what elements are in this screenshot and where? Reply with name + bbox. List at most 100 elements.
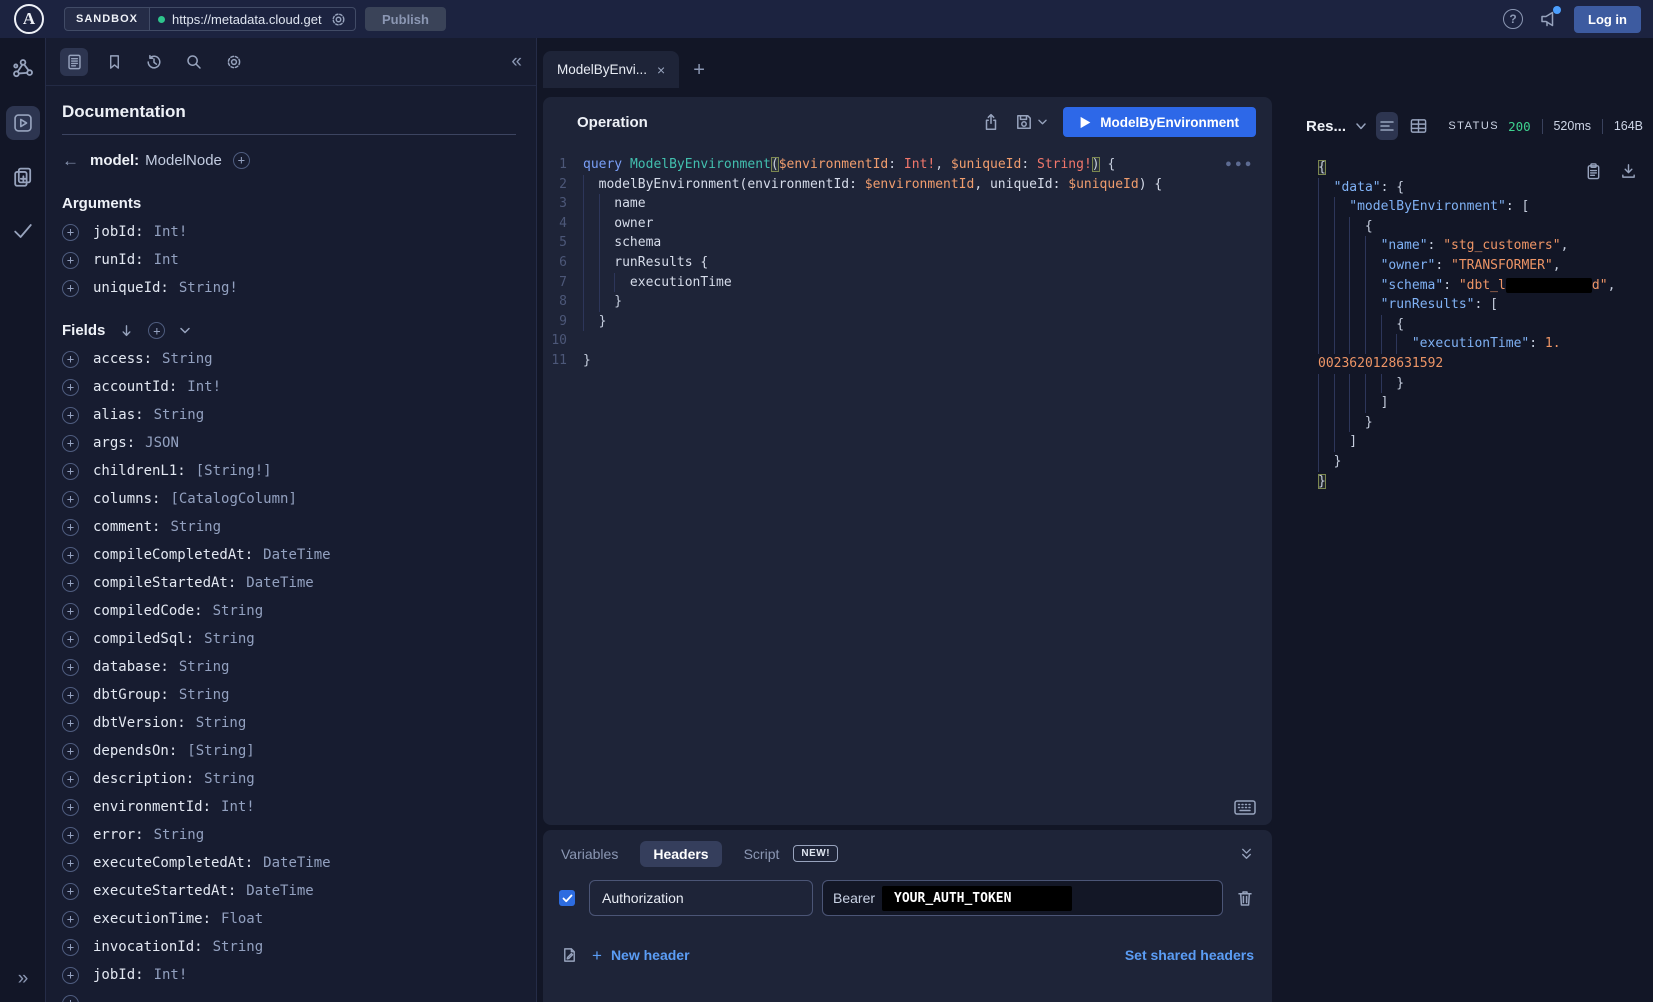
- operation-editor[interactable]: ••• 1query ModelByEnvironment($environme…: [543, 147, 1272, 825]
- tab-headers[interactable]: Headers: [640, 841, 721, 867]
- help-icon[interactable]: ?: [1503, 9, 1523, 29]
- add-field-button[interactable]: +: [62, 351, 79, 368]
- field-row[interactable]: +alias:String: [62, 401, 516, 429]
- save-operation-icon[interactable]: [1015, 113, 1033, 131]
- back-arrow-icon[interactable]: ←: [62, 152, 79, 169]
- set-shared-headers-link[interactable]: Set shared headers: [1125, 947, 1254, 963]
- field-row[interactable]: +dbtVersion:String: [62, 709, 516, 737]
- field-row[interactable]: +args:JSON: [62, 429, 516, 457]
- tree-view-icon[interactable]: [1376, 112, 1398, 140]
- editor-menu-dots[interactable]: •••: [1225, 159, 1254, 172]
- add-field-button[interactable]: +: [62, 575, 79, 592]
- breadcrumb-type[interactable]: ModelNode: [145, 152, 222, 169]
- add-field-button[interactable]: +: [62, 995, 79, 1002]
- nav-explorer-icon[interactable]: [6, 106, 40, 140]
- add-all-fields-button[interactable]: +: [148, 322, 165, 339]
- header-presets-icon[interactable]: [561, 946, 578, 964]
- add-field-button[interactable]: +: [62, 827, 79, 844]
- explorer-settings-gear-icon[interactable]: [220, 48, 248, 76]
- delete-header-icon[interactable]: [1236, 889, 1254, 908]
- add-field-button[interactable]: +: [62, 280, 79, 297]
- field-row[interactable]: +dependsOn:[String]: [62, 737, 516, 765]
- add-field-button[interactable]: +: [62, 687, 79, 704]
- field-row[interactable]: +: [62, 989, 516, 1002]
- announcements-button[interactable]: [1538, 9, 1559, 29]
- download-response-icon[interactable]: [1620, 162, 1637, 181]
- copy-response-icon[interactable]: [1585, 162, 1602, 181]
- response-dropdown-chevron-icon[interactable]: [1355, 122, 1367, 131]
- docs-tab-icon[interactable]: [60, 48, 88, 76]
- header-enabled-checkbox[interactable]: [559, 890, 575, 906]
- add-field-button[interactable]: +: [62, 491, 79, 508]
- add-field-button[interactable]: +: [62, 407, 79, 424]
- sort-fields-icon[interactable]: [119, 323, 134, 339]
- field-row[interactable]: +access:String: [62, 345, 516, 373]
- auth-token-value[interactable]: YOUR_AUTH_TOKEN: [882, 886, 1072, 911]
- add-field-button[interactable]: +: [62, 519, 79, 536]
- save-options-chevron-icon[interactable]: [1037, 118, 1048, 126]
- apollo-logo[interactable]: A: [14, 4, 44, 34]
- add-field-button[interactable]: +: [62, 603, 79, 620]
- bookmarks-icon[interactable]: [100, 48, 128, 76]
- field-row[interactable]: +uniqueId:String!: [62, 274, 516, 302]
- search-icon[interactable]: [180, 48, 208, 76]
- add-field-button[interactable]: +: [62, 435, 79, 452]
- field-row[interactable]: +executeCompletedAt:DateTime: [62, 849, 516, 877]
- field-row[interactable]: +compileStartedAt:DateTime: [62, 569, 516, 597]
- field-row[interactable]: +invocationId:String: [62, 933, 516, 961]
- field-row[interactable]: +environmentId:Int!: [62, 793, 516, 821]
- close-tab-icon[interactable]: ×: [657, 63, 665, 77]
- add-field-button[interactable]: +: [62, 547, 79, 564]
- field-row[interactable]: +dbtGroup:String: [62, 681, 516, 709]
- field-row[interactable]: +compiledSql:String: [62, 625, 516, 653]
- add-field-button[interactable]: +: [62, 939, 79, 956]
- operation-tab[interactable]: ModelByEnvi... ×: [543, 51, 679, 88]
- expand-rail-icon[interactable]: »: [0, 968, 46, 990]
- collapse-docs-panel-icon[interactable]: «: [511, 51, 522, 73]
- new-header-button[interactable]: + New header: [592, 947, 690, 964]
- new-tab-button[interactable]: +: [693, 60, 705, 80]
- tab-variables[interactable]: Variables: [561, 846, 618, 862]
- header-value-input[interactable]: Bearer YOUR_AUTH_TOKEN: [822, 880, 1223, 916]
- add-field-button[interactable]: +: [62, 967, 79, 984]
- field-row[interactable]: +compileCompletedAt:DateTime: [62, 541, 516, 569]
- add-field-button[interactable]: +: [62, 771, 79, 788]
- add-field-button[interactable]: +: [62, 911, 79, 928]
- field-row[interactable]: +columns:[CatalogColumn]: [62, 485, 516, 513]
- add-field-button[interactable]: +: [62, 631, 79, 648]
- fields-options-chevron-icon[interactable]: [179, 326, 191, 335]
- nav-schema-icon[interactable]: [6, 160, 40, 194]
- add-field-button[interactable]: +: [62, 463, 79, 480]
- field-row[interactable]: +comment:String: [62, 513, 516, 541]
- nav-checklist-icon[interactable]: [6, 214, 40, 248]
- endpoint-url[interactable]: https://metadata.cloud.get: [172, 12, 323, 27]
- field-row[interactable]: +description:String: [62, 765, 516, 793]
- field-row[interactable]: +runId:Int: [62, 246, 516, 274]
- publish-button[interactable]: Publish: [365, 7, 446, 31]
- field-row[interactable]: +executionTime:Float: [62, 905, 516, 933]
- field-row[interactable]: +jobId:Int!: [62, 961, 516, 989]
- tab-script[interactable]: Script: [744, 846, 780, 862]
- add-field-button[interactable]: +: [62, 799, 79, 816]
- share-operation-icon[interactable]: [982, 113, 1000, 132]
- field-row[interactable]: +childrenL1:[String!]: [62, 457, 516, 485]
- endpoint-settings-gear-icon[interactable]: [330, 11, 347, 28]
- add-field-button[interactable]: +: [62, 715, 79, 732]
- add-field-button[interactable]: +: [62, 855, 79, 872]
- add-field-button[interactable]: +: [62, 379, 79, 396]
- login-button[interactable]: Log in: [1574, 6, 1641, 33]
- add-field-button[interactable]: +: [62, 659, 79, 676]
- table-view-icon[interactable]: [1407, 112, 1429, 140]
- add-field-button[interactable]: +: [62, 252, 79, 269]
- add-field-button[interactable]: +: [62, 883, 79, 900]
- history-icon[interactable]: [140, 48, 168, 76]
- field-row[interactable]: +accountId:Int!: [62, 373, 516, 401]
- add-field-button[interactable]: +: [233, 152, 250, 169]
- field-row[interactable]: +jobId:Int!: [62, 218, 516, 246]
- keyboard-shortcuts-icon[interactable]: [1234, 800, 1256, 815]
- run-operation-button[interactable]: ModelByEnvironment: [1063, 107, 1256, 137]
- collapse-request-panel-icon[interactable]: [1239, 847, 1254, 861]
- field-row[interactable]: +executeStartedAt:DateTime: [62, 877, 516, 905]
- field-row[interactable]: +compiledCode:String: [62, 597, 516, 625]
- endpoint-url-input[interactable]: https://metadata.cloud.get: [150, 7, 356, 31]
